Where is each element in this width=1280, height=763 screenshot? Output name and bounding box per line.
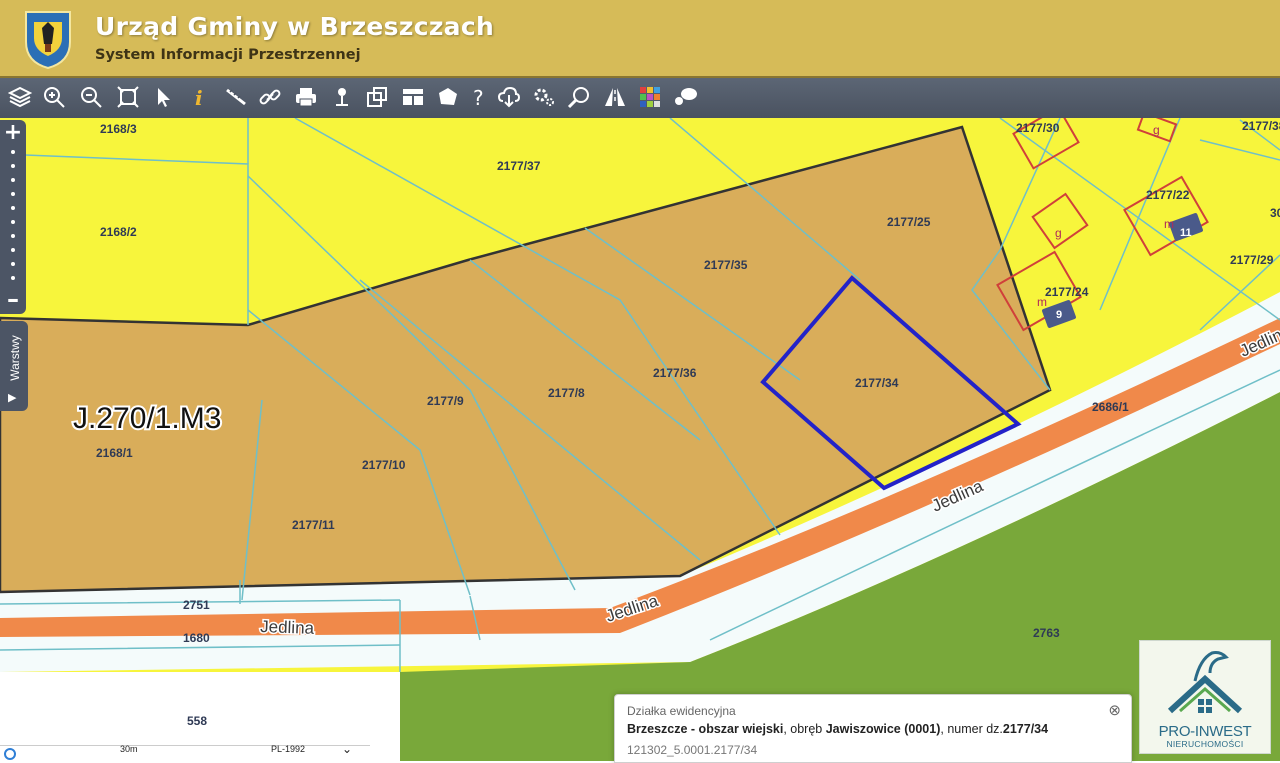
zoom-level-dot[interactable]: [11, 206, 15, 210]
app-title: Urząd Gminy w Brzeszczach: [95, 12, 495, 41]
parcel-label: 2177/8: [548, 386, 585, 400]
print-icon[interactable]: [292, 83, 320, 111]
parcel-label: 2168/3: [100, 122, 137, 136]
zoom-level-dot[interactable]: [11, 192, 15, 196]
search-icon[interactable]: [565, 83, 593, 111]
zoom-out-button[interactable]: –: [0, 287, 26, 311]
parcel-label: 2177/35: [704, 258, 748, 272]
logo-subtitle: NIERUCHOMOŚCI: [1166, 739, 1244, 749]
zoom-extent-icon[interactable]: [114, 83, 142, 111]
parcel-info-panel: Działka ewidencyjna Brzeszcze - obszar w…: [614, 694, 1132, 763]
zoom-level-dot[interactable]: [11, 178, 15, 182]
select-pointer-icon[interactable]: [150, 83, 178, 111]
scale-label: 30m: [120, 744, 138, 754]
zone-label: J.270/1.M3: [73, 402, 221, 435]
parcel-label: 2168/2: [100, 225, 137, 239]
link-icon[interactable]: [256, 83, 284, 111]
parcel-label: 2177/25: [887, 215, 931, 229]
color-palette-icon[interactable]: [636, 83, 664, 111]
comment-icon[interactable]: [672, 83, 700, 111]
zoom-level-dot[interactable]: [11, 262, 15, 266]
locate-icon[interactable]: [328, 83, 356, 111]
zoom-level-dot[interactable]: [11, 234, 15, 238]
municipal-crest-icon: [25, 11, 71, 70]
app-subtitle: System Informacji Przestrzennej: [95, 47, 361, 63]
building-marker: g: [1055, 226, 1062, 240]
parcel-label: 2177/30: [1016, 121, 1060, 135]
street-label: Jedlina: [260, 617, 315, 638]
close-icon[interactable]: ⊗: [1108, 701, 1121, 719]
layers-tab[interactable]: Warstwy ▶: [0, 321, 28, 411]
parcel-label: 2168/1: [96, 446, 133, 460]
layers-icon[interactable]: [6, 83, 34, 111]
info-location: Brzeszcze - obszar wiejski: [627, 722, 784, 736]
layout-icon[interactable]: [399, 83, 427, 111]
info-icon[interactable]: i: [185, 83, 213, 111]
parcel-label: 2177/9: [427, 394, 464, 408]
building-number: 11: [1180, 227, 1192, 239]
building-marker: m: [1164, 217, 1174, 231]
parcel-label: 2177/24: [1045, 285, 1089, 299]
svg-text:?: ?: [473, 86, 484, 109]
chevron-down-icon[interactable]: ⌄: [342, 742, 352, 756]
street-label: Jedlina: [603, 591, 661, 626]
info-description: Brzeszcze - obszar wiejski, obręb Jawisz…: [627, 722, 1048, 736]
logo-name: PRO-INWEST: [1158, 723, 1252, 740]
parcel-label: 2177/11: [292, 518, 335, 532]
parcel-label: 2686/1: [1092, 400, 1129, 414]
zoom-in-button[interactable]: +: [0, 122, 26, 144]
parcel-label: 2177/38: [1242, 119, 1280, 133]
parcel-label: 2177/22: [1146, 188, 1190, 202]
building-marker: g: [1153, 123, 1160, 137]
settings-icon[interactable]: [530, 83, 558, 111]
parcel-label: 2177/37: [497, 159, 541, 173]
location-circle-icon[interactable]: [4, 748, 16, 760]
zoom-level-dot[interactable]: [11, 164, 15, 168]
parcel-label: 30: [1270, 206, 1280, 220]
cloud-download-icon[interactable]: [495, 83, 523, 111]
scale-bar: 30m PL-1992 ⌄: [0, 742, 370, 762]
svg-text:i: i: [195, 86, 203, 109]
export-icon[interactable]: [363, 83, 391, 111]
info-numer-label: , numer dz.: [940, 722, 1003, 736]
draw-shape-icon[interactable]: [434, 83, 462, 111]
parcel-label: 2177/36: [653, 366, 697, 380]
building-number: 9: [1056, 309, 1062, 321]
app-header: Urząd Gminy w Brzeszczach System Informa…: [0, 0, 1280, 78]
house-stork-logo-icon: [1167, 651, 1243, 714]
layers-tab-label: Warstwy: [8, 335, 22, 381]
zoom-level-dot[interactable]: [11, 276, 15, 280]
zoom-in-icon[interactable]: [40, 83, 68, 111]
zoom-control: + –: [0, 120, 26, 314]
crs-select[interactable]: PL-1992: [271, 744, 305, 754]
zoom-out-icon[interactable]: [77, 83, 105, 111]
street-label: Jedlina: [1237, 321, 1280, 360]
info-obreb: Jawiszowice (0001): [825, 722, 941, 736]
company-logo: PRO-INWEST NIERUCHOMOŚCI: [1139, 640, 1271, 754]
street-label: Jedlina: [929, 476, 986, 515]
parcel-label: 2751: [183, 598, 210, 612]
measure-icon[interactable]: [222, 83, 250, 111]
parcel-label: 2177/29: [1230, 253, 1274, 267]
help-icon[interactable]: ?: [465, 83, 493, 111]
label-layer: J.270/1.M3 2168/3 2177/37 2177/30 2177/3…: [71, 119, 1280, 728]
info-obreb-label: , obręb: [783, 722, 826, 736]
parcel-label: 2177/10: [362, 458, 406, 472]
zoom-level-dot[interactable]: [11, 150, 15, 154]
map-canvas[interactable]: J.270/1.M3 2168/3 2177/37 2177/30 2177/3…: [0, 118, 1280, 761]
parcel-label: 1680: [183, 631, 210, 645]
zoom-level-dot[interactable]: [11, 248, 15, 252]
info-numer: 2177/34: [1002, 722, 1049, 736]
map-toolbar: i ?: [0, 78, 1280, 119]
parcel-label: 2177/34: [855, 376, 899, 390]
parcel-label: 2763: [1033, 626, 1060, 640]
info-heading: Działka ewidencyjna: [627, 704, 736, 718]
expand-arrow-icon: ▶: [8, 392, 17, 404]
zoom-level-dot[interactable]: [11, 220, 15, 224]
road-icon[interactable]: [601, 83, 629, 111]
building-marker: m: [1037, 295, 1047, 309]
info-identifier: 121302_5.0001.2177/34: [627, 743, 758, 757]
parcel-label: 558: [187, 714, 207, 728]
